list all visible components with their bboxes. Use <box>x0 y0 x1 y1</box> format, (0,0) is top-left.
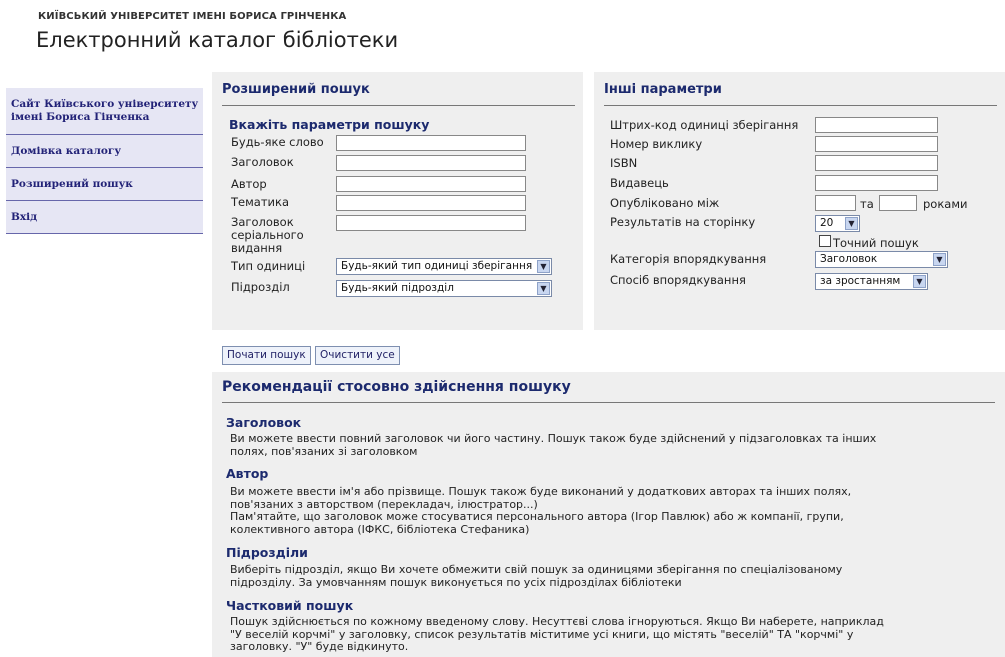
chevron-down-icon: ▼ <box>913 275 926 288</box>
published-between-label: Опубліковано між <box>610 196 720 210</box>
sidebar-item-login[interactable]: Вхід <box>6 201 203 234</box>
search-params-heading: Вкажіть параметри пошуку <box>229 117 430 132</box>
rec-partial-heading: Частковий пошук <box>226 598 354 613</box>
call-number-label: Номер виклику <box>610 137 703 151</box>
branch-select[interactable]: Будь-який підрозділ ▼ <box>336 280 552 297</box>
item-type-label: Тип одиниці <box>231 259 306 273</box>
chevron-down-icon: ▼ <box>537 282 550 295</box>
publisher-label: Видавець <box>610 176 669 190</box>
results-per-page-select[interactable]: 20 ▼ <box>815 215 860 232</box>
title-label: Заголовок <box>231 155 294 169</box>
call-number-input[interactable] <box>815 136 938 152</box>
sort-method-value: за зростанням <box>820 275 901 287</box>
advanced-search-heading: Розширений пошук <box>222 82 370 97</box>
divider <box>222 105 575 106</box>
exact-search-checkbox[interactable] <box>819 235 831 247</box>
serial-title-input[interactable] <box>336 215 526 231</box>
clear-all-button[interactable]: Очистити усе <box>315 346 400 365</box>
branch-label: Підрозділ <box>231 280 290 294</box>
rec-author-text: Ви можете ввести ім'я або прізвище. Пошу… <box>230 485 852 536</box>
divider <box>222 402 995 403</box>
divider <box>604 105 997 106</box>
sidebar-item-catalog-home[interactable]: Домівка каталогу <box>6 135 203 168</box>
other-params-panel: Інші параметри Штрих-код одиниці зберіга… <box>594 72 1005 330</box>
publisher-input[interactable] <box>815 175 938 191</box>
start-search-button[interactable]: Почати пошук <box>222 346 311 365</box>
sidebar: Сайт Київського університету імені Борис… <box>6 88 203 234</box>
chevron-down-icon: ▼ <box>845 217 858 230</box>
rec-branches-text: Виберіть підрозділ, якщо Ви хочете обмеж… <box>230 563 843 589</box>
recommendations-heading: Рекомендації стосовно здійснення пошуку <box>222 379 571 395</box>
rec-title-heading: Заголовок <box>226 415 302 430</box>
item-type-value: Будь-який тип одиниці зберігання <box>341 260 533 272</box>
any-word-input[interactable] <box>336 135 526 151</box>
barcode-input[interactable] <box>815 117 938 133</box>
sidebar-item-advanced-search[interactable]: Розширений пошук <box>6 168 203 201</box>
advanced-search-panel: Розширений пошук Вкажіть параметри пошук… <box>212 72 583 330</box>
isbn-input[interactable] <box>815 155 938 171</box>
rec-branches-heading: Підрозділи <box>226 545 308 560</box>
isbn-label: ISBN <box>610 156 638 170</box>
chevron-down-icon: ▼ <box>537 260 550 273</box>
other-params-heading: Інші параметри <box>604 82 722 97</box>
author-label: Автор <box>231 177 267 191</box>
exact-search-label: Точний пошук <box>833 236 919 250</box>
branch-value: Будь-який підрозділ <box>341 282 454 294</box>
subject-input[interactable] <box>336 195 526 211</box>
serial-title-label: Заголовок серіального видання <box>231 215 304 255</box>
results-per-page-label: Результатів на сторінку <box>610 215 756 229</box>
sort-category-label: Категорія впорядкування <box>610 252 767 266</box>
author-input[interactable] <box>336 176 526 192</box>
item-type-select[interactable]: Будь-який тип одиниці зберігання ▼ <box>336 258 552 275</box>
results-per-page-value: 20 <box>820 217 834 229</box>
chevron-down-icon: ▼ <box>933 253 946 266</box>
years-label: роками <box>923 197 968 211</box>
subject-label: Тематика <box>231 195 289 209</box>
title-input[interactable] <box>336 155 526 171</box>
barcode-label: Штрих-код одиниці зберігання <box>610 118 799 132</box>
sort-method-label: Спосіб впорядкування <box>610 273 746 287</box>
any-word-label: Будь-яке слово <box>231 135 324 149</box>
sort-category-select[interactable]: Заголовок ▼ <box>815 251 948 268</box>
rec-author-heading: Автор <box>226 466 269 481</box>
rec-partial-text: Пошук здійснюється по кожному введеному … <box>230 615 884 653</box>
year-to-input[interactable] <box>879 195 917 211</box>
catalog-title: Електронний каталог бібліотеки <box>36 28 399 52</box>
recommendations-panel: Рекомендації стосовно здійснення пошуку … <box>212 372 1005 657</box>
sidebar-item-university-site[interactable]: Сайт Київського університету імені Борис… <box>6 88 203 135</box>
rec-title-text: Ви можете ввести повний заголовок чи йог… <box>230 432 877 458</box>
sort-category-value: Заголовок <box>820 253 878 265</box>
and-label: та <box>860 197 874 211</box>
sort-method-select[interactable]: за зростанням ▼ <box>815 273 928 290</box>
year-from-input[interactable] <box>815 195 856 211</box>
university-name: КИЇВСЬКИЙ УНІВЕРСИТЕТ ІМЕНІ БОРИСА ГРІНЧ… <box>38 11 347 22</box>
